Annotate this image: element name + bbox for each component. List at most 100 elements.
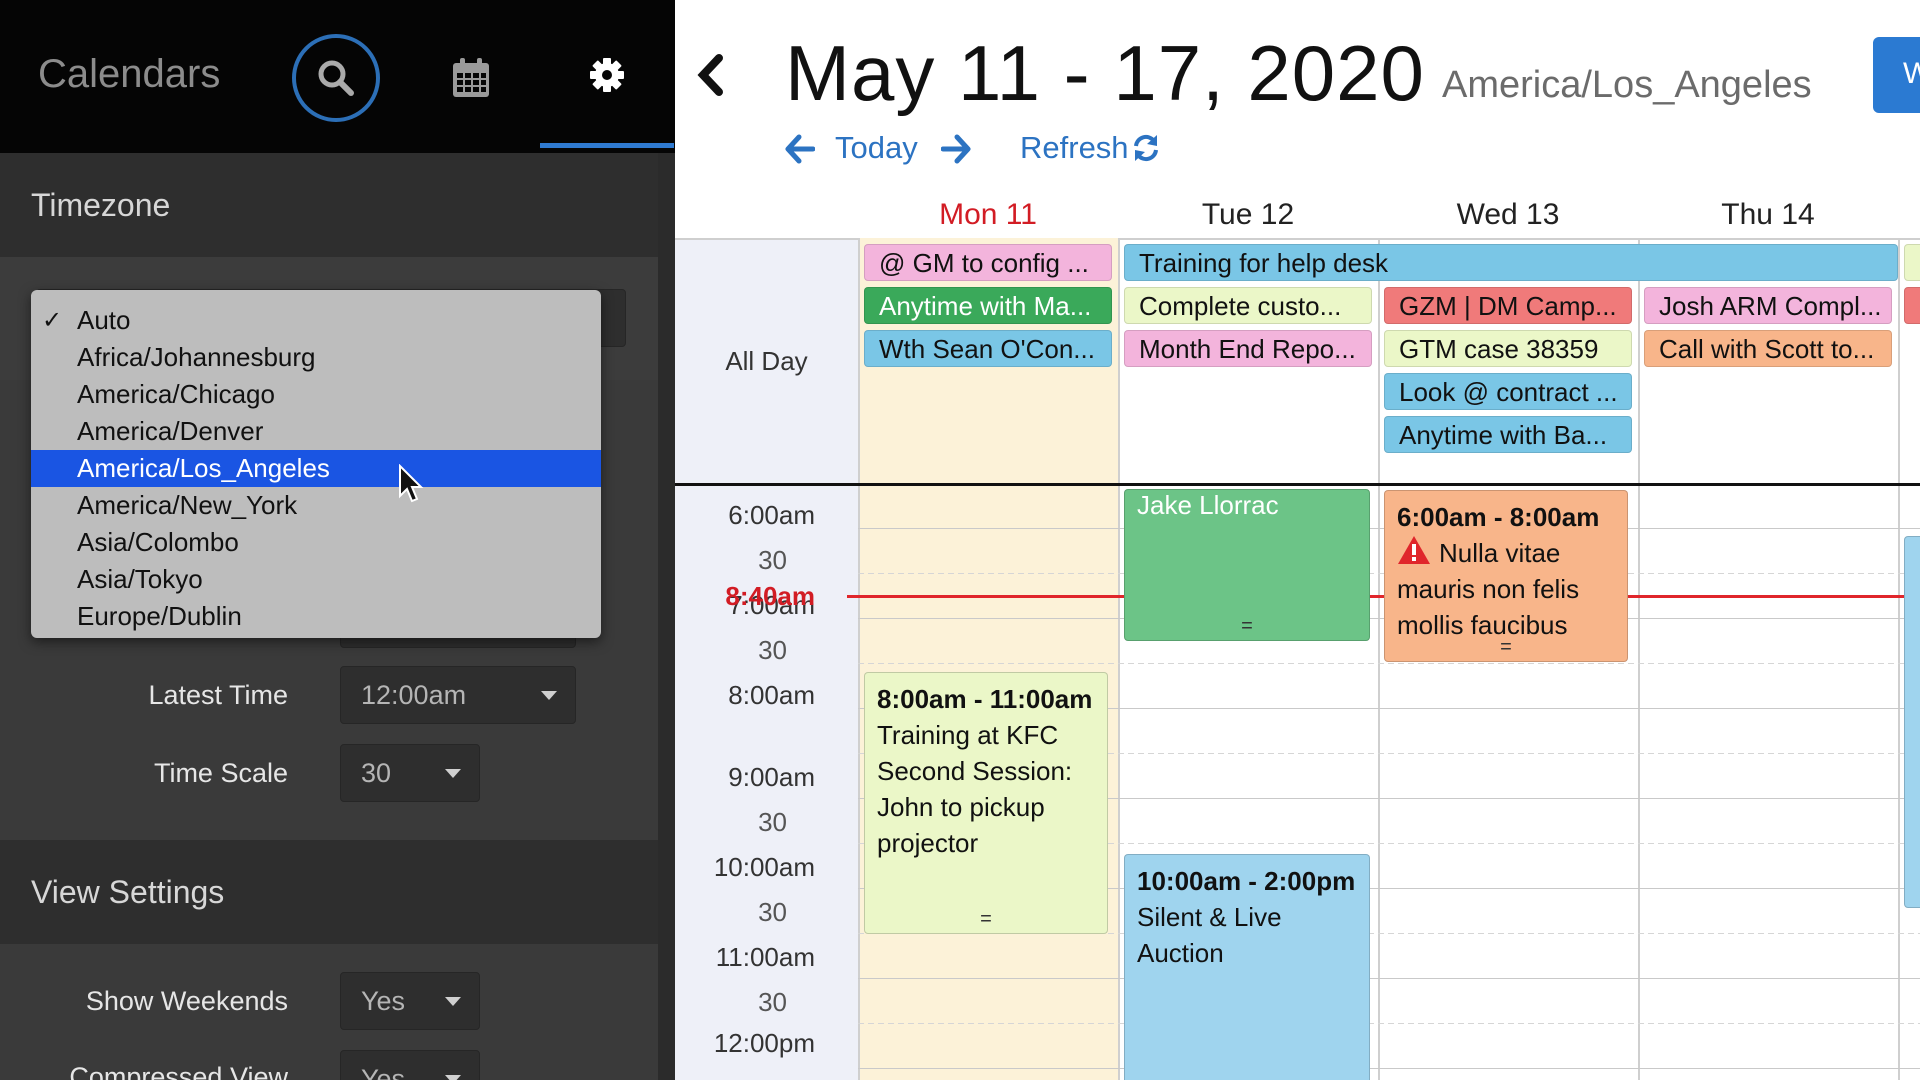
time-label: 30	[758, 897, 787, 927]
latest-time-select[interactable]: 12:00am	[340, 666, 576, 724]
chevron-left-icon[interactable]	[695, 52, 725, 98]
show-weekends-label: Show Weekends	[85, 986, 288, 1016]
latest-time-value: 12:00am	[361, 680, 467, 710]
event-time: 8:00am - 11:00am	[877, 684, 1093, 714]
latest-time-label: Latest Time	[148, 680, 288, 710]
event-training-kfc[interactable]: 8:00am - 11:00am Training at KFC Second S…	[864, 672, 1108, 934]
timezone-dropdown: ✓ Auto Africa/Johannesburg America/Chicag…	[31, 290, 601, 638]
resize-handle-icon[interactable]: =	[1125, 616, 1369, 636]
search-tab[interactable]	[292, 34, 380, 122]
timezone-option[interactable]: Africa/Johannesburg	[31, 339, 601, 376]
all-day-event[interactable]: Complete custo...	[1124, 287, 1372, 324]
calendar-grid: All Day 6:00am 30 7:00am 30 8:00am 8:40am 9:00a…	[675, 238, 1920, 1080]
all-day-event[interactable]	[1904, 244, 1920, 281]
time-scale-select[interactable]: 30	[340, 744, 480, 802]
show-weekends-select[interactable]: Yes	[340, 972, 480, 1030]
checkmark-icon: ✓	[42, 307, 63, 334]
all-day-event[interactable]: Call with Scott to...	[1644, 330, 1892, 367]
resize-handle-icon[interactable]: =	[865, 909, 1107, 929]
calendar-icon	[453, 58, 489, 97]
all-day-event[interactable]: Look @ contract ...	[1384, 373, 1632, 410]
arrow-right-icon[interactable]	[941, 134, 971, 164]
event-body: Nulla vitae mauris non felis mollis fauc…	[1397, 535, 1615, 643]
time-label: 8:00am	[728, 680, 815, 710]
calendar-tab[interactable]	[448, 55, 494, 101]
all-day-event[interactable]: Training for help desk	[1124, 244, 1898, 281]
view-settings-title: View Settings	[0, 840, 658, 944]
event-wed-6am[interactable]: 6:00am - 8:00am Nulla vitae mauris non fe…	[1384, 490, 1628, 662]
time-gridline	[858, 1023, 1920, 1024]
chevron-down-icon	[445, 769, 461, 778]
all-day-event[interactable]: GZM | DM Camp...	[1384, 287, 1632, 324]
timezone-option-selected[interactable]: America/Los_Angeles	[31, 450, 601, 487]
time-scale-value: 30	[361, 758, 392, 788]
today-button[interactable]: Today	[835, 130, 918, 166]
compressed-view-select[interactable]: Yes	[340, 1050, 480, 1080]
week-view-button[interactable]: W	[1873, 37, 1920, 113]
timed-event[interactable]	[1904, 536, 1920, 908]
refresh-icon[interactable]	[1131, 133, 1161, 163]
settings-tab[interactable]	[584, 52, 630, 98]
sidebar: Calendars Timezone Latest Time 12:00am T…	[0, 0, 675, 1080]
timezone-option[interactable]: Asia/Colombo	[31, 524, 601, 561]
timezone-option[interactable]: America/Chicago	[31, 376, 601, 413]
timezone-option[interactable]: America/New_York	[31, 487, 601, 524]
active-tab-indicator	[540, 143, 674, 148]
sidebar-scrollbar[interactable]	[658, 153, 675, 1080]
event-auction[interactable]: 10:00am - 2:00pm Silent & Live Auction	[1124, 854, 1370, 1080]
all-day-event[interactable]: Josh ARM Compl...	[1644, 287, 1892, 324]
view-settings-body: Show Weekends Yes Compressed View Yes	[0, 944, 658, 1080]
time-label: 9:00am	[728, 762, 815, 792]
timezone-option[interactable]: America/Denver	[31, 413, 601, 450]
event-time: 10:00am - 2:00pm	[1137, 866, 1356, 896]
compressed-view-label: Compressed View	[69, 1062, 288, 1080]
app-root: Calendars Timezone Latest Time 12:00am T…	[0, 0, 1920, 1080]
time-label: 11:00am	[715, 942, 815, 972]
sidebar-topbar: Calendars	[0, 0, 675, 153]
event-description: Silent & Live Auction	[1137, 902, 1282, 968]
chevron-down-icon	[541, 691, 557, 700]
chevron-down-icon	[445, 997, 461, 1006]
time-label: 12:00pm	[713, 1028, 815, 1058]
warning-icon	[1398, 536, 1430, 564]
refresh-button[interactable]: Refresh	[1020, 130, 1129, 166]
time-gridline	[858, 1068, 1920, 1069]
time-gridline	[858, 978, 1920, 979]
compressed-view-value: Yes	[361, 1064, 406, 1080]
day-header-1[interactable]: Mon 11	[858, 198, 1118, 232]
show-weekends-value: Yes	[361, 986, 406, 1016]
all-day-event[interactable]: GTM case 38359	[1384, 330, 1632, 367]
timezone-option[interactable]: Asia/Tokyo	[31, 561, 601, 598]
time-scale-label: Time Scale	[153, 758, 288, 788]
day-header-3[interactable]: Wed 13	[1378, 198, 1638, 232]
all-day-event[interactable]: Month End Repo...	[1124, 330, 1372, 367]
all-day-event[interactable]	[1904, 287, 1920, 324]
time-label: 30	[758, 545, 787, 575]
all-day-event[interactable]: Anytime with Ba...	[1384, 416, 1632, 453]
event-title: Jake Llorrac	[1137, 490, 1279, 520]
day-header-4[interactable]: Thu 14	[1638, 198, 1898, 232]
all-day-event[interactable]: Wth Sean O'Con...	[864, 330, 1112, 367]
timezone-option[interactable]: Europe/Dublin	[31, 598, 601, 635]
all-day-event[interactable]: @ GM to config ...	[864, 244, 1112, 281]
day-header-2[interactable]: Tue 12	[1118, 198, 1378, 232]
time-label: 30	[758, 635, 787, 665]
search-icon	[318, 60, 354, 96]
gear-icon	[590, 58, 624, 92]
app-title: Calendars	[38, 52, 221, 96]
timezone-section-title: Timezone	[0, 153, 658, 257]
event-description: Training at KFC Second Session: John to …	[877, 720, 1073, 858]
all-day-label: All Day	[725, 346, 808, 376]
calendar-main: May 11 - 17, 2020 America/Los_Angeles W …	[675, 0, 1920, 1080]
event-jake-llorrac[interactable]: Jake Llorrac =	[1124, 489, 1370, 641]
time-label: 30	[758, 807, 787, 837]
all-day-event[interactable]: Anytime with Ma...	[864, 287, 1112, 324]
resize-handle-icon[interactable]: =	[1385, 637, 1627, 657]
time-label: 30	[758, 987, 787, 1017]
time-label: 6:00am	[728, 500, 815, 530]
time-gridline	[858, 663, 1920, 664]
timezone-label: America/Los_Angeles	[1442, 64, 1812, 106]
current-time-label: 8:40am	[725, 581, 815, 611]
timezone-option[interactable]: ✓ Auto	[31, 302, 601, 339]
arrow-left-icon[interactable]	[785, 134, 815, 164]
